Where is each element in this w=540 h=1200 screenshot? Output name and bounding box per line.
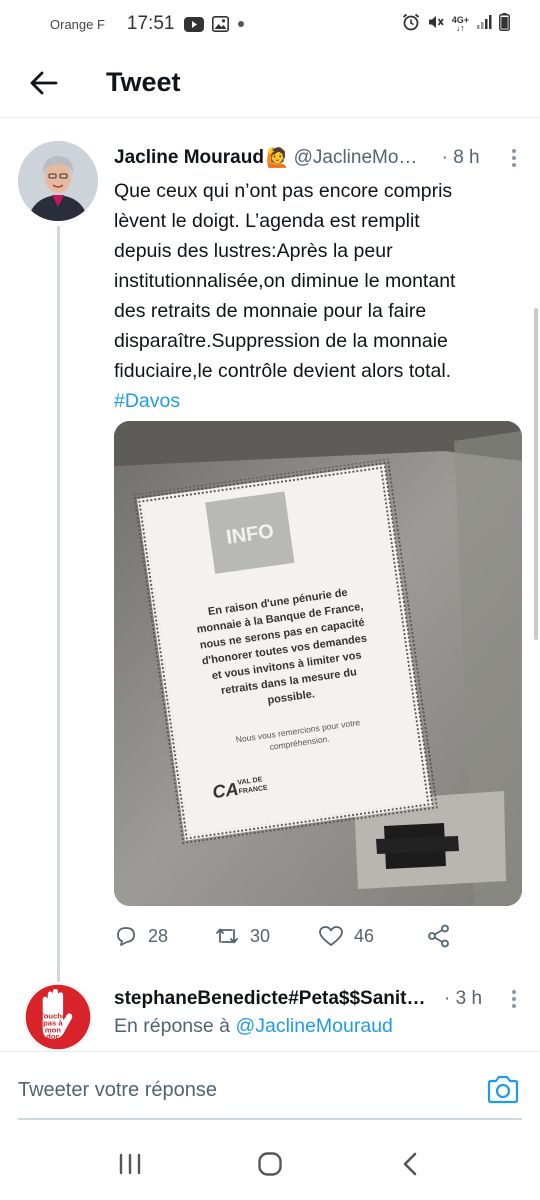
notification-dot-icon bbox=[237, 20, 245, 28]
page-title: Tweet bbox=[106, 67, 181, 97]
tweet-text-line: fiduciaire,le contrôle devient alors tot… bbox=[114, 360, 452, 382]
home-button[interactable] bbox=[240, 1134, 300, 1194]
carrier-label: Orange F bbox=[50, 16, 105, 32]
tweet-text-line: des retraits de monnaie pour la faire bbox=[114, 300, 427, 322]
retweet-action[interactable]: 30 bbox=[214, 925, 318, 947]
system-navigation-bar bbox=[0, 1128, 540, 1200]
chevron-left-icon bbox=[403, 1152, 417, 1176]
ca-logo: CA bbox=[211, 779, 240, 802]
reply-input[interactable] bbox=[18, 1074, 462, 1106]
reply-action[interactable]: 28 bbox=[114, 924, 214, 948]
more-options-icon[interactable] bbox=[504, 990, 524, 1008]
tweet-media-image[interactable]: INFO En raison d'une pénurie de monnaie … bbox=[114, 421, 522, 906]
reply-prefix: En réponse à bbox=[114, 1015, 231, 1037]
camera-icon bbox=[487, 1075, 519, 1104]
thread-connector-line bbox=[57, 226, 60, 982]
back-button[interactable] bbox=[22, 61, 66, 105]
reply-composer bbox=[0, 1051, 540, 1127]
status-bar: Orange F 17:51 4G+ ↓↑ bbox=[0, 0, 540, 48]
author-name[interactable]: Jacline Mouraud bbox=[114, 147, 264, 169]
home-icon bbox=[258, 1152, 282, 1176]
system-back-button[interactable] bbox=[380, 1134, 440, 1194]
reply-count: 28 bbox=[148, 925, 169, 946]
tweet-actions: 28 30 46 bbox=[114, 918, 526, 954]
tweet-text-line: disparaître.Suppression de la monnaie bbox=[114, 330, 448, 352]
tweet-body: Que ceux qui n’ont pas encore compris lè… bbox=[114, 176, 526, 416]
reply-author-avatar[interactable]: Touche pas à mon doc bbox=[18, 983, 98, 1051]
more-options-icon[interactable] bbox=[504, 149, 524, 167]
network-type: 4G+ ↓↑ bbox=[451, 15, 469, 33]
reply-icon bbox=[117, 927, 135, 946]
reply-input-underline bbox=[18, 1118, 522, 1120]
tweet-text-line: depuis des lustres:Après la peur bbox=[114, 240, 393, 262]
recent-apps-button[interactable] bbox=[100, 1134, 160, 1194]
reply-tweet-header: stephaneBenedicte#Peta$$Sanitaire · 3 h bbox=[114, 984, 524, 1014]
raising-hand-emoji: 🙋 bbox=[265, 148, 290, 169]
author-avatar[interactable] bbox=[18, 141, 98, 221]
replying-to-label: En réponse à @JaclineMouraud bbox=[114, 1015, 393, 1038]
top-app-bar: Tweet bbox=[0, 48, 540, 118]
reply-mention-link[interactable]: @JaclineMouraud bbox=[235, 1015, 392, 1037]
recent-apps-icon bbox=[119, 1153, 141, 1175]
mute-icon bbox=[427, 13, 445, 36]
camera-button[interactable] bbox=[486, 1074, 520, 1106]
tweet-text-line: lèvent le doigt. L’agenda est remplit bbox=[114, 210, 420, 232]
share-icon bbox=[428, 924, 449, 948]
tweet-text-line: Que ceux qui n’ont pas encore compris bbox=[114, 180, 453, 202]
retweet-icon bbox=[216, 928, 238, 944]
tweet-timestamp[interactable]: · 8 h bbox=[442, 147, 480, 169]
author-handle[interactable]: @JaclineMouraud bbox=[294, 147, 422, 169]
reply-timestamp[interactable]: · 3 h bbox=[444, 988, 482, 1010]
heart-icon bbox=[319, 926, 343, 946]
hashtag-link[interactable]: #Davos bbox=[114, 386, 526, 416]
status-time: 17:51 bbox=[126, 13, 175, 34]
signal-icon bbox=[476, 14, 492, 35]
scrollbar[interactable] bbox=[534, 308, 538, 640]
battery-icon bbox=[499, 12, 510, 36]
gallery-icon bbox=[212, 16, 230, 32]
tweet-header: Jacline Mouraud 🙋 @JaclineMouraud · 8 h bbox=[114, 143, 524, 173]
alarm-icon bbox=[402, 13, 420, 36]
share-action[interactable] bbox=[426, 923, 452, 949]
tweet-text-line: institutionnalisée,on diminue le montant bbox=[114, 270, 456, 292]
avatar-text-line: doc bbox=[46, 1032, 60, 1041]
arrow-left-icon bbox=[30, 71, 58, 94]
retweet-count: 30 bbox=[250, 925, 271, 946]
reply-author-name[interactable]: stephaneBenedicte#Peta$$Sanitaire bbox=[114, 988, 432, 1010]
like-action[interactable]: 46 bbox=[318, 924, 426, 948]
youtube-icon bbox=[184, 16, 205, 32]
like-count: 46 bbox=[354, 925, 375, 946]
